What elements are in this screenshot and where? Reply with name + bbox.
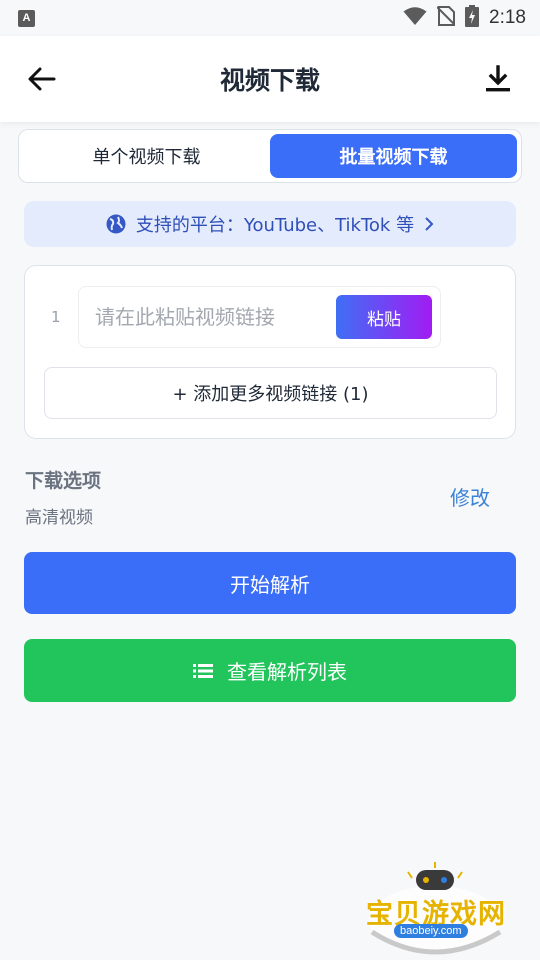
arrow-left-icon bbox=[28, 67, 56, 91]
download-button[interactable] bbox=[482, 63, 514, 95]
chevron-right-icon bbox=[425, 217, 434, 231]
status-time: 2:18 bbox=[489, 7, 526, 28]
download-options-title: 下载选项 bbox=[25, 470, 102, 492]
download-icon bbox=[486, 65, 510, 92]
view-parse-list-label: 查看解析列表 bbox=[227, 660, 347, 684]
app-bar: 视频下载 bbox=[0, 36, 540, 122]
video-link-input[interactable] bbox=[79, 287, 329, 347]
notification-badge-icon: A bbox=[18, 9, 35, 27]
watermark-logo: 宝贝游戏网 baobeiy.com bbox=[360, 862, 510, 958]
download-mode-tabs: 单个视频下载 批量视频下载 bbox=[18, 129, 522, 183]
battery-charging-icon bbox=[465, 5, 480, 31]
start-parse-button[interactable]: 开始解析 bbox=[24, 552, 516, 614]
globe-icon bbox=[106, 214, 126, 234]
link-input-card: 1 粘贴 + 添加更多视频链接 (1) bbox=[24, 265, 516, 439]
list-icon bbox=[193, 663, 213, 678]
supported-platforms-banner[interactable]: 支持的平台：YouTube、TikTok 等 bbox=[24, 201, 516, 247]
link-input-row: 粘贴 bbox=[78, 286, 441, 348]
tab-batch-download[interactable]: 批量视频下载 bbox=[270, 134, 517, 178]
tab-single-download[interactable]: 单个视频下载 bbox=[23, 134, 270, 178]
modify-options-link[interactable]: 修改 bbox=[450, 482, 490, 511]
paste-button[interactable]: 粘贴 bbox=[336, 295, 432, 339]
status-bar: A 2:18 bbox=[0, 0, 540, 36]
wifi-icon bbox=[403, 6, 427, 30]
link-row-index: 1 bbox=[51, 308, 61, 326]
back-button[interactable] bbox=[26, 63, 58, 95]
view-parse-list-button[interactable]: 查看解析列表 bbox=[24, 639, 516, 702]
platform-banner-text: 支持的平台：YouTube、TikTok 等 bbox=[135, 215, 415, 236]
watermark-domain: baobeiy.com bbox=[394, 924, 468, 938]
add-more-links-button[interactable]: + 添加更多视频链接 (1) bbox=[44, 367, 497, 419]
no-sim-icon bbox=[436, 6, 456, 30]
page-title: 视频下载 bbox=[219, 66, 320, 95]
download-options-value: 高清视频 bbox=[25, 508, 93, 528]
